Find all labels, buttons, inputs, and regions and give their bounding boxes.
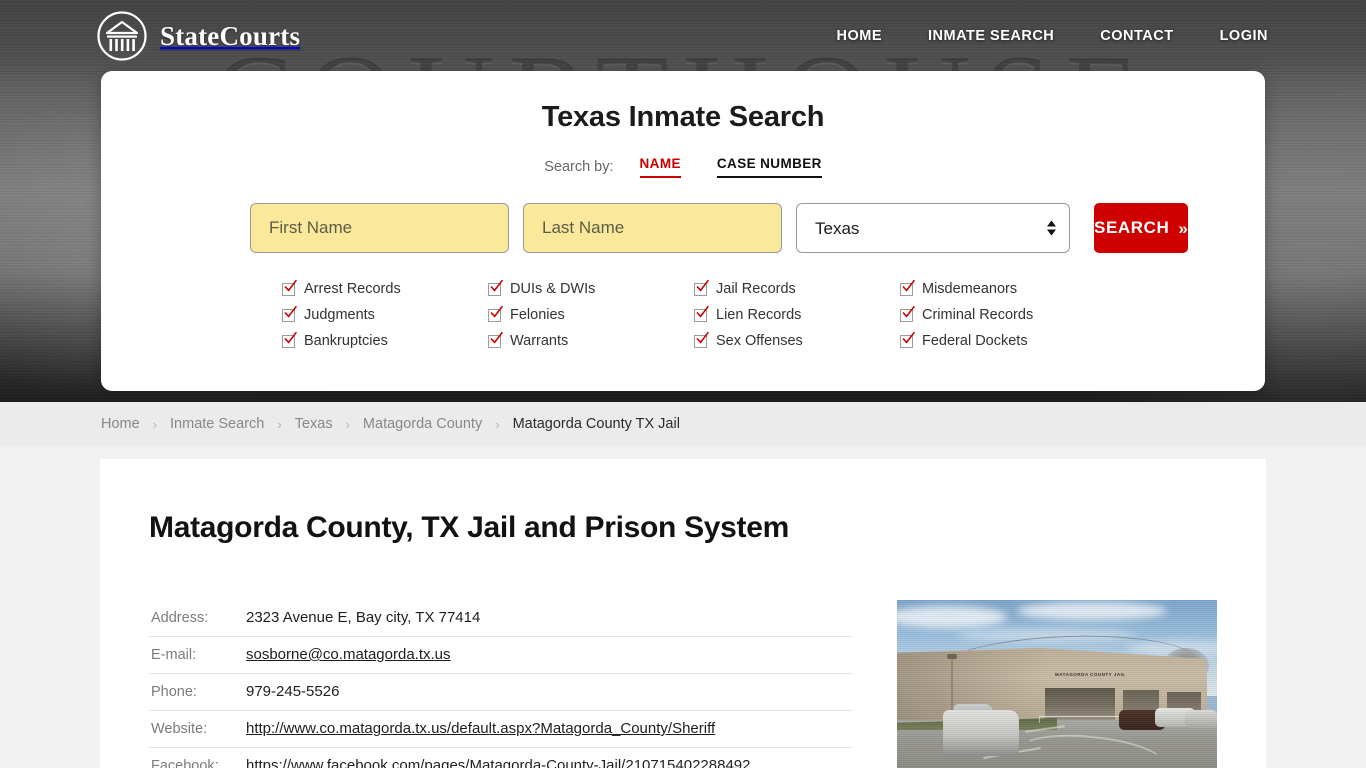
checkbox-checked-icon [282, 331, 298, 348]
chevron-right-icon: › [495, 416, 500, 432]
breadcrumb-item-matagorda-county[interactable]: Matagorda County [363, 416, 482, 432]
checkbox-checked-icon [900, 305, 916, 322]
nav-item-home[interactable]: HOME [837, 28, 883, 44]
search-button-label: SEARCH [1094, 218, 1170, 237]
double-chevron-right-icon: » [1178, 218, 1189, 238]
page-title: Matagorda County, TX Jail and Prison Sys… [149, 511, 790, 544]
top-navigation-bar: StateCourts HOME INMATE SEARCH CONTACT L… [0, 0, 1366, 72]
checkbox-label: Sex Offenses [716, 333, 803, 349]
checkbox-duis-dwis[interactable]: DUIs & DWIs [488, 279, 694, 297]
checkbox-felonies[interactable]: Felonies [488, 305, 694, 323]
checkbox-label: Criminal Records [922, 307, 1034, 323]
search-fields-row: Texas SEARCH » [101, 203, 1265, 253]
info-label: Phone: [151, 684, 197, 700]
info-row-facebook: Facebook: https://www.facebook.com/pages… [149, 748, 853, 768]
checkbox-misdemeanors[interactable]: Misdemeanors [900, 279, 1106, 297]
checkbox-checked-icon [900, 331, 916, 348]
brand-name: StateCourts [160, 20, 301, 51]
checkbox-jail-records[interactable]: Jail Records [694, 279, 900, 297]
checkbox-label: Federal Dockets [922, 333, 1028, 349]
checkbox-label: Lien Records [716, 307, 802, 323]
checkbox-label: Arrest Records [304, 281, 401, 297]
checkbox-checked-icon [694, 279, 710, 296]
info-label: Address: [151, 610, 209, 626]
search-card-title: Texas Inmate Search [541, 101, 825, 133]
checkbox-label: Bankruptcies [304, 333, 388, 349]
info-value-facebook: https://www.facebook.com/pages/Matagorda… [246, 757, 751, 768]
checkbox-arrest-records[interactable]: Arrest Records [282, 279, 488, 297]
checkbox-label: Judgments [304, 307, 375, 323]
info-row-email: E-mail: sosborne@co.matagorda.tx.us [149, 637, 853, 674]
checkbox-judgments[interactable]: Judgments [282, 305, 488, 323]
brand-logo-link[interactable]: StateCourts [96, 10, 300, 62]
info-value-website: http://www.co.matagorda.tx.us/default.as… [246, 720, 715, 737]
breadcrumb: Home › Inmate Search › Texas › Matagorda… [0, 402, 1366, 446]
checkbox-label: DUIs & DWIs [510, 281, 596, 297]
checkbox-checked-icon [694, 331, 710, 348]
state-select-wrapper: Texas [796, 203, 1070, 253]
checkbox-federal-dockets[interactable]: Federal Dockets [900, 331, 1106, 349]
info-value-email: sosborne@co.matagorda.tx.us [246, 646, 451, 663]
info-label: E-mail: [151, 647, 197, 663]
breadcrumb-item-current: Matagorda County TX Jail [512, 416, 680, 432]
breadcrumb-item-home[interactable]: Home [101, 416, 140, 432]
inmate-search-card: Texas Inmate Search Search by: NAME CASE… [101, 71, 1265, 391]
checkbox-checked-icon [282, 279, 298, 296]
photo-grain-overlay [897, 600, 1217, 768]
hero-section: COURTHOUSE StateCourts HOME INMAT [0, 0, 1366, 402]
info-label: Website: [151, 721, 208, 737]
chevron-right-icon: › [345, 416, 350, 432]
facebook-link[interactable]: https://www.facebook.com/pages/Matagorda… [246, 757, 751, 768]
page-body: Matagorda County, TX Jail and Prison Sys… [0, 446, 1366, 768]
checkbox-warrants[interactable]: Warrants [488, 331, 694, 349]
info-row-website: Website: http://www.co.matagorda.tx.us/d… [149, 711, 853, 748]
matagorda-county-jail-photo: MATAGORDA COUNTY JAIL [897, 600, 1217, 768]
checkbox-checked-icon [694, 305, 710, 322]
checkbox-checked-icon [900, 279, 916, 296]
main-nav: HOME INMATE SEARCH CONTACT LOGIN [837, 28, 1319, 44]
tab-case-number[interactable]: CASE NUMBER [716, 156, 822, 178]
checkbox-checked-icon [488, 305, 504, 322]
facility-body-row: Address: 2323 Avenue E, Bay city, TX 774… [149, 600, 1217, 768]
chevron-right-icon: › [152, 416, 158, 432]
checkbox-label: Misdemeanors [922, 281, 1018, 297]
checkbox-checked-icon [488, 331, 504, 348]
first-name-input[interactable] [250, 203, 509, 253]
info-value-address: 2323 Avenue E, Bay city, TX 77414 [246, 609, 481, 626]
checkbox-label: Jail Records [716, 281, 796, 297]
facility-info-table: Address: 2323 Avenue E, Bay city, TX 774… [149, 600, 853, 768]
search-button[interactable]: SEARCH » [1094, 203, 1189, 253]
nav-item-contact[interactable]: CONTACT [1100, 28, 1173, 44]
facility-detail-card: Matagorda County, TX Jail and Prison Sys… [100, 459, 1266, 768]
info-row-phone: Phone: 979-245-5526 [149, 674, 853, 711]
search-by-label: Search by: [544, 159, 614, 175]
last-name-input[interactable] [523, 203, 782, 253]
checkbox-criminal-records[interactable]: Criminal Records [900, 305, 1106, 323]
info-value-phone: 979-245-5526 [246, 683, 340, 700]
chevron-right-icon: › [277, 416, 282, 432]
email-link[interactable]: sosborne@co.matagorda.tx.us [246, 646, 451, 663]
search-by-row: Search by: NAME CASE NUMBER [101, 156, 1265, 178]
nav-item-login[interactable]: LOGIN [1220, 28, 1268, 44]
checkbox-lien-records[interactable]: Lien Records [694, 305, 900, 323]
checkbox-checked-icon [282, 305, 298, 322]
nav-item-inmate-search[interactable]: INMATE SEARCH [928, 28, 1054, 44]
courthouse-circle-icon [96, 10, 148, 62]
state-select[interactable]: Texas [796, 203, 1070, 253]
tab-name[interactable]: NAME [639, 156, 681, 178]
record-type-checkbox-grid: Arrest Records DUIs & DWIs Jail Records … [101, 279, 1265, 349]
breadcrumb-item-inmate-search[interactable]: Inmate Search [170, 416, 264, 432]
checkbox-sex-offenses[interactable]: Sex Offenses [694, 331, 900, 349]
breadcrumb-item-texas[interactable]: Texas [295, 416, 333, 432]
checkbox-label: Felonies [510, 307, 565, 323]
website-link[interactable]: http://www.co.matagorda.tx.us/default.as… [246, 720, 715, 737]
info-row-address: Address: 2323 Avenue E, Bay city, TX 774… [149, 600, 853, 637]
checkbox-bankruptcies[interactable]: Bankruptcies [282, 331, 488, 349]
checkbox-checked-icon [488, 279, 504, 296]
info-label: Facebook: [151, 758, 219, 768]
checkbox-label: Warrants [510, 333, 569, 349]
